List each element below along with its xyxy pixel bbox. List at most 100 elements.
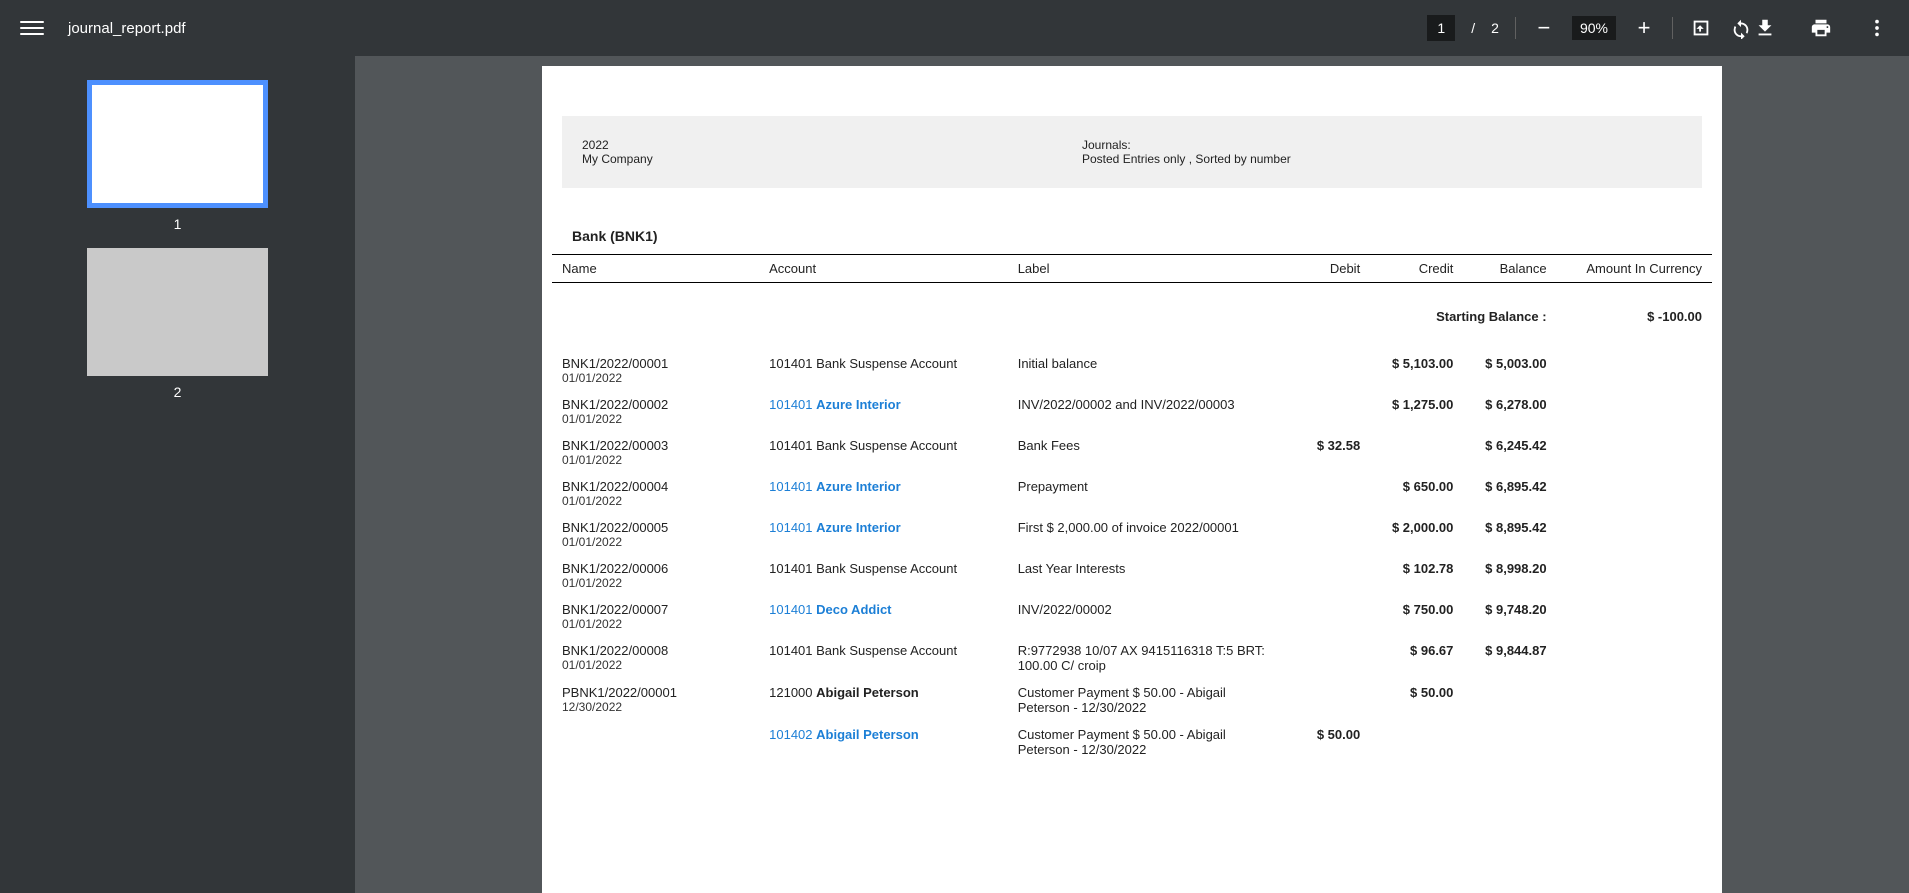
entry-label: First $ 2,000.00 of invoice 2022/00001: [1008, 514, 1277, 555]
entry-name: BNK1/2022/0000501/01/2022: [552, 514, 759, 555]
entry-balance: [1463, 721, 1556, 763]
entry-debit: $ 50.00: [1277, 721, 1370, 763]
more-icon[interactable]: [1865, 16, 1889, 40]
entry-name: BNK1/2022/0000801/01/2022: [552, 637, 759, 679]
rotate-icon[interactable]: [1729, 16, 1753, 40]
entry-debit: [1277, 679, 1370, 721]
journals-label: Journals:: [1082, 138, 1682, 152]
entry-credit: $ 1,275.00: [1370, 391, 1463, 432]
divider: [1672, 17, 1673, 39]
entry-balance: $ 9,748.20: [1463, 596, 1556, 637]
filename: journal_report.pdf: [68, 20, 186, 37]
entry-amount: [1557, 637, 1712, 679]
entry-credit: $ 650.00: [1370, 473, 1463, 514]
thumbnail-page-1[interactable]: 1: [87, 80, 268, 232]
table-row: BNK1/2022/0000801/01/2022101401 Bank Sus…: [552, 637, 1712, 679]
entry-amount: [1557, 350, 1712, 391]
entry-name: BNK1/2022/0000101/01/2022: [552, 350, 759, 391]
entry-amount: [1557, 596, 1712, 637]
entry-amount: [1557, 679, 1712, 721]
entry-debit: [1277, 514, 1370, 555]
zoom-level: 90%: [1572, 16, 1616, 40]
col-credit: Credit: [1370, 255, 1463, 283]
entry-label: INV/2022/00002 and INV/2022/00003: [1008, 391, 1277, 432]
entry-debit: [1277, 637, 1370, 679]
entry-amount: [1557, 721, 1712, 763]
entry-balance: $ 5,003.00: [1463, 350, 1556, 391]
entry-account: 101401 Azure Interior: [759, 391, 1008, 432]
entry-label: Initial balance: [1008, 350, 1277, 391]
page-total: 2: [1491, 20, 1499, 36]
entry-label: INV/2022/00002: [1008, 596, 1277, 637]
entry-credit: $ 50.00: [1370, 679, 1463, 721]
entry-account: 101401 Bank Suspense Account: [759, 637, 1008, 679]
entry-debit: [1277, 555, 1370, 596]
table-row: PBNK1/2022/0000112/30/2022121000 Abigail…: [552, 679, 1712, 721]
entry-amount: [1557, 473, 1712, 514]
entry-account: 101401 Deco Addict: [759, 596, 1008, 637]
table-row: 101402 Abigail PetersonCustomer Payment …: [552, 721, 1712, 763]
entry-name: BNK1/2022/0000401/01/2022: [552, 473, 759, 514]
print-icon[interactable]: [1809, 16, 1833, 40]
thumbnail-label: 2: [174, 384, 182, 400]
entry-amount: [1557, 555, 1712, 596]
thumbnail-page-2[interactable]: 2: [87, 248, 268, 400]
entry-account: 101401 Bank Suspense Account: [759, 350, 1008, 391]
entry-account: 101402 Abigail Peterson: [759, 721, 1008, 763]
table-row: BNK1/2022/0000201/01/2022101401 Azure In…: [552, 391, 1712, 432]
zoom-in-button[interactable]: +: [1632, 16, 1656, 40]
entry-account: 101401 Bank Suspense Account: [759, 432, 1008, 473]
entry-account: 101401 Azure Interior: [759, 473, 1008, 514]
entry-debit: [1277, 391, 1370, 432]
entry-name: BNK1/2022/0000201/01/2022: [552, 391, 759, 432]
entry-balance: $ 6,278.00: [1463, 391, 1556, 432]
entry-balance: $ 6,245.42: [1463, 432, 1556, 473]
entry-name: BNK1/2022/0000601/01/2022: [552, 555, 759, 596]
thumbnail-label: 1: [174, 216, 182, 232]
entry-label: Prepayment: [1008, 473, 1277, 514]
entry-balance: $ 8,895.42: [1463, 514, 1556, 555]
entry-credit: $ 96.67: [1370, 637, 1463, 679]
entry-account: 101401 Bank Suspense Account: [759, 555, 1008, 596]
entry-credit: [1370, 721, 1463, 763]
col-amount: Amount In Currency: [1557, 255, 1712, 283]
pdf-page: 2022 My Company Journals: Posted Entries…: [542, 66, 1722, 893]
entry-credit: [1370, 432, 1463, 473]
download-icon[interactable]: [1753, 16, 1777, 40]
entry-amount: [1557, 391, 1712, 432]
table-row: BNK1/2022/0000501/01/2022101401 Azure In…: [552, 514, 1712, 555]
entry-credit: $ 750.00: [1370, 596, 1463, 637]
table-row: BNK1/2022/0000101/01/2022101401 Bank Sus…: [552, 350, 1712, 391]
entry-credit: $ 5,103.00: [1370, 350, 1463, 391]
entry-balance: $ 6,895.42: [1463, 473, 1556, 514]
entry-amount: [1557, 514, 1712, 555]
entry-label: Last Year Interests: [1008, 555, 1277, 596]
entry-debit: [1277, 596, 1370, 637]
col-name: Name: [552, 255, 759, 283]
entry-label: Bank Fees: [1008, 432, 1277, 473]
fit-page-icon[interactable]: [1689, 16, 1713, 40]
entry-balance: $ 9,844.87: [1463, 637, 1556, 679]
page-separator: /: [1471, 20, 1475, 36]
table-row: BNK1/2022/0000601/01/2022101401 Bank Sus…: [552, 555, 1712, 596]
journal-table: Name Account Label Debit Credit Balance …: [552, 254, 1712, 763]
col-account: Account: [759, 255, 1008, 283]
entry-debit: [1277, 473, 1370, 514]
table-row: BNK1/2022/0000701/01/2022101401 Deco Add…: [552, 596, 1712, 637]
entry-label: R:9772938 10/07 AX 9415116318 T:5 BRT: 1…: [1008, 637, 1277, 679]
pdf-viewer[interactable]: 2022 My Company Journals: Posted Entries…: [355, 56, 1909, 893]
entry-name: BNK1/2022/0000301/01/2022: [552, 432, 759, 473]
entry-name: [552, 721, 759, 763]
entry-name: PBNK1/2022/0000112/30/2022: [552, 679, 759, 721]
report-company: My Company: [582, 152, 1082, 166]
entry-amount: [1557, 432, 1712, 473]
pdf-toolbar: journal_report.pdf / 2 − 90% +: [0, 0, 1909, 56]
starting-balance-value: $ -100.00: [1557, 283, 1712, 351]
entry-balance: $ 8,998.20: [1463, 555, 1556, 596]
entry-account: 101401 Azure Interior: [759, 514, 1008, 555]
page-number-input[interactable]: [1427, 15, 1455, 41]
zoom-out-button[interactable]: −: [1532, 16, 1556, 40]
entry-debit: [1277, 350, 1370, 391]
table-row: BNK1/2022/0000401/01/2022101401 Azure In…: [552, 473, 1712, 514]
menu-icon[interactable]: [20, 16, 44, 40]
